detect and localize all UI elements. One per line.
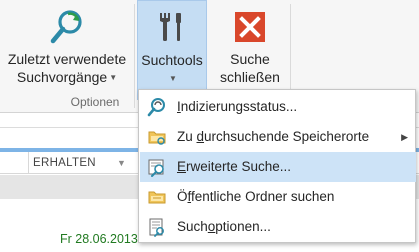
menu-label-post: ndizierungsstatus... [180, 99, 298, 114]
menu-item-search-options[interactable]: Suchoptionen... [140, 212, 416, 242]
search-tools-button[interactable]: Suchtools ▼ [137, 0, 207, 100]
menu-label-pre: Such [177, 219, 208, 234]
menu-label-post: fentliche Ordner suchen [191, 189, 335, 204]
magnifier-refresh-icon [50, 10, 82, 44]
message-date: Fr 28.06.2013 [60, 232, 138, 246]
close-search-button[interactable]: Suche schließen [213, 0, 287, 92]
search-options-icon [149, 218, 164, 237]
search-tools-label: Suchtools [141, 52, 203, 68]
menu-label-pre: Zu [177, 129, 197, 144]
menu-label-post: ptionen... [215, 219, 271, 234]
received-column-header[interactable]: ERHALTEN ▼ [28, 152, 138, 174]
close-search-label-2: schließen [220, 69, 280, 85]
indexing-status-icon [147, 98, 165, 117]
received-column-label: ERHALTEN [33, 157, 96, 169]
menu-item-indexing-status[interactable]: Indizierungsstatus... [140, 92, 416, 122]
recent-searches-label-2: Suchvorgänge [16, 69, 108, 85]
menu-item-public-folders[interactable]: Öffentliche Ordner suchen [140, 182, 416, 212]
submenu-arrow-icon: ▶ [401, 132, 408, 142]
close-x-icon [235, 12, 265, 42]
folder-locations-icon [148, 131, 166, 145]
menu-label-post: rweiterte Suche... [186, 159, 292, 174]
options-group-label: Optionen [70, 95, 120, 109]
chevron-down-icon: ▼ [169, 74, 177, 84]
menu-item-search-locations[interactable]: Zu durchsuchende Speicherorte ▶ [140, 122, 416, 152]
menu-label-accel: d [196, 129, 205, 144]
recent-searches-label-1: Zuletzt verwendete [7, 51, 127, 67]
menu-label-post: urchsuchende Speicherorte [204, 129, 370, 144]
search-tools-menu: Indizierungsstatus... Zu durchsuchende S… [138, 89, 416, 243]
menu-label-accel: E [177, 159, 187, 174]
recent-searches-button[interactable]: Zuletzt verwendete Suchvorgänge ▼ [0, 0, 134, 92]
chevron-down-icon: ▼ [109, 73, 118, 83]
menu-item-advanced-search[interactable]: Erweiterte Suche... [140, 152, 416, 182]
group-separator [134, 4, 135, 108]
menu-label-pre: Ö [177, 189, 188, 204]
tools-icon [160, 13, 181, 41]
public-folder-search-icon [148, 191, 166, 204]
close-search-label-1: Suche [230, 51, 270, 67]
sort-arrow-icon: ▼ [117, 158, 127, 168]
advanced-search-icon [148, 159, 164, 177]
